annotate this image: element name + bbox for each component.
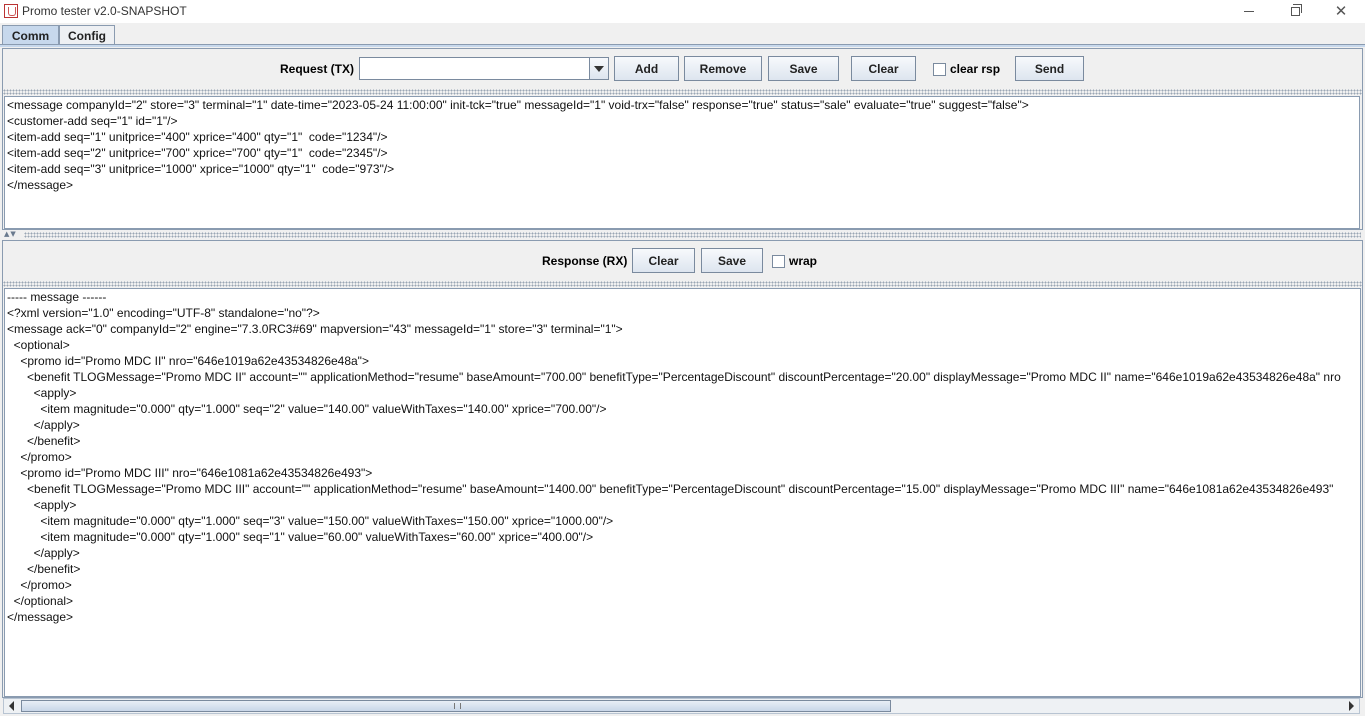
request-combo[interactable] <box>359 57 609 80</box>
scrollbar-thumb[interactable] <box>21 700 891 712</box>
minimize-icon <box>1244 11 1254 12</box>
close-button[interactable]: ✕ <box>1318 0 1364 23</box>
response-line: </apply> <box>7 546 80 560</box>
wrap-box[interactable] <box>772 254 785 268</box>
divider-grip <box>24 232 1361 238</box>
window-title: Promo tester v2.0-SNAPSHOT <box>22 4 187 18</box>
remove-button[interactable]: Remove <box>684 56 762 81</box>
response-line: <apply> <box>7 498 77 512</box>
request-line: <customer-add seq="1" id="1"/> <box>7 114 178 128</box>
request-line: <item-add seq="2" unitprice="700" xprice… <box>7 146 388 160</box>
response-line: <promo id="Promo MDC II" nro="646e1019a6… <box>7 354 369 368</box>
tab-comm[interactable]: Comm <box>2 25 59 46</box>
save-response-button[interactable]: Save <box>701 248 763 273</box>
response-line: </benefit> <box>7 434 81 448</box>
response-line: ----- message ------ <box>7 290 107 304</box>
response-line: </optional> <box>7 594 74 608</box>
title-bar: Promo tester v2.0-SNAPSHOT ✕ <box>0 0 1365 23</box>
tab-config[interactable]: Config <box>59 25 115 46</box>
chevron-down-icon[interactable] <box>589 58 608 79</box>
response-line: <benefit TLOGMessage="Promo MDC II" acco… <box>7 370 1341 384</box>
response-grip <box>3 281 1362 287</box>
restore-icon <box>1290 4 1302 16</box>
response-line: <optional> <box>7 338 70 352</box>
tab-underline <box>0 44 1365 47</box>
request-line: <item-add seq="3" unitprice="1000" xpric… <box>7 162 395 176</box>
save-request-button[interactable]: Save <box>768 56 839 81</box>
response-line: </apply> <box>7 418 80 432</box>
response-textarea[interactable]: ----- message ------ <?xml version="1.0"… <box>4 288 1361 697</box>
clear-rsp-label: clear rsp <box>950 62 1001 76</box>
request-textarea[interactable]: <message companyId="2" store="3" termina… <box>4 96 1360 229</box>
response-line: <item magnitude="0.000" qty="1.000" seq=… <box>7 402 607 416</box>
response-line: <item magnitude="0.000" qty="1.000" seq=… <box>7 530 594 544</box>
arrow-left-icon[interactable] <box>4 699 19 713</box>
response-horizontal-scrollbar[interactable] <box>3 698 1360 714</box>
arrow-right-icon[interactable] <box>1344 699 1359 713</box>
request-line: <item-add seq="1" unitprice="400" xprice… <box>7 130 388 144</box>
response-line: <?xml version="1.0" encoding="UTF-8" sta… <box>7 306 320 320</box>
response-label: Response (RX) <box>542 254 628 268</box>
response-line: <item magnitude="0.000" qty="1.000" seq=… <box>7 514 614 528</box>
clear-request-button[interactable]: Clear <box>851 56 916 81</box>
response-line: <message ack="0" companyId="2" engine="7… <box>7 322 623 336</box>
response-line: <benefit TLOGMessage="Promo MDC III" acc… <box>7 482 1334 496</box>
add-button[interactable]: Add <box>614 56 679 81</box>
response-line: </message> <box>7 610 74 624</box>
clear-rsp-checkbox[interactable]: clear rsp <box>933 62 1000 76</box>
send-button[interactable]: Send <box>1015 56 1084 81</box>
request-line: </message> <box>7 178 74 192</box>
response-line: </benefit> <box>7 562 81 576</box>
maximize-button[interactable] <box>1272 0 1318 23</box>
response-line: </promo> <box>7 578 72 592</box>
close-icon: ✕ <box>1334 2 1348 20</box>
wrap-label: wrap <box>789 254 818 268</box>
response-toolbar: Response (RX) Clear Save wrap <box>3 241 1362 281</box>
request-panel: Request (TX) Add Remove Save Clear clear… <box>2 48 1363 230</box>
response-line: <promo id="Promo MDC III" nro="646e1081a… <box>7 466 373 480</box>
response-line: <apply> <box>7 386 77 400</box>
request-grip <box>3 89 1362 95</box>
response-line: </promo> <box>7 450 72 464</box>
request-toolbar: Request (TX) Add Remove Save Clear clear… <box>3 49 1362 89</box>
tab-bar: Comm Config <box>0 23 1365 46</box>
response-panel: Response (RX) Clear Save wrap ----- mess… <box>2 240 1363 698</box>
clear-response-button[interactable]: Clear <box>632 248 695 273</box>
wrap-checkbox[interactable]: wrap <box>772 254 817 268</box>
minimize-button[interactable] <box>1226 0 1272 23</box>
split-arrows-icon[interactable]: ▲▼ <box>4 231 17 238</box>
clear-rsp-box[interactable] <box>933 62 946 76</box>
request-line: <message companyId="2" store="3" termina… <box>7 98 1029 112</box>
java-cup-icon <box>4 4 18 18</box>
split-divider[interactable]: ▲▼ <box>0 230 1365 239</box>
request-label: Request (TX) <box>280 62 355 76</box>
